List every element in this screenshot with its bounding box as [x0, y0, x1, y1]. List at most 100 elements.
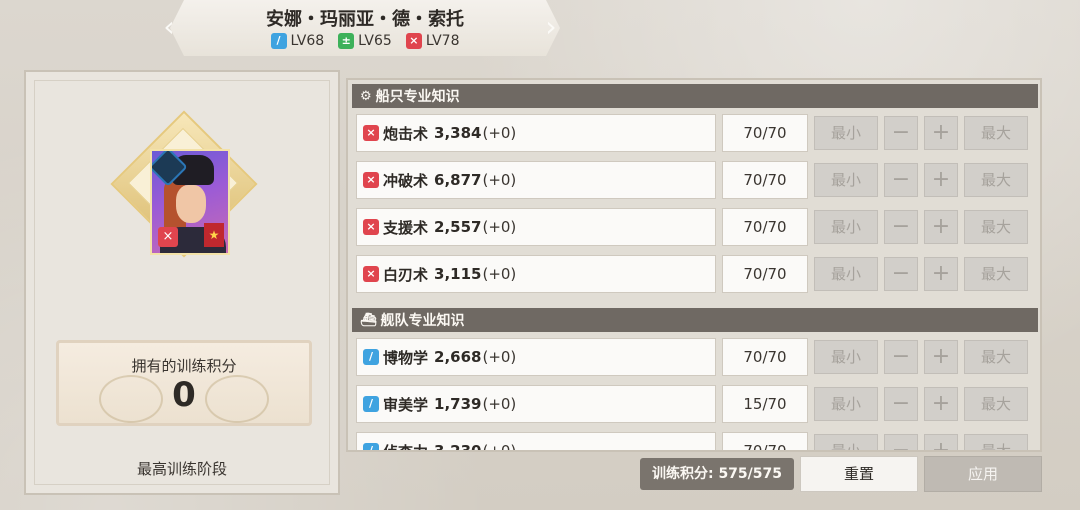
- skill-bonus: (+0): [482, 442, 517, 452]
- skill-value: 2,557: [434, 218, 482, 236]
- section-title: 船只专业知识: [375, 89, 460, 105]
- level-label: LV68: [290, 33, 325, 49]
- skill-name: 支援术: [383, 218, 429, 237]
- skill-name: 博物学: [383, 348, 429, 367]
- skill-name-box: / 审美学 1,739 (+0): [356, 385, 716, 423]
- character-panel: × ★ 拥有的训练积分 0 最高训练阶段: [24, 70, 340, 495]
- minus-button[interactable]: −: [884, 116, 918, 150]
- skill-level: 15/70: [722, 385, 808, 423]
- max-button[interactable]: 最大: [964, 163, 1028, 197]
- skill-name: 冲破术: [383, 171, 429, 190]
- min-button[interactable]: 最小: [814, 210, 878, 244]
- red-cross-icon: ×: [363, 219, 379, 235]
- skill-name-box: × 冲破术 6,877 (+0): [356, 161, 716, 199]
- skill-name-box: × 支援术 2,557 (+0): [356, 208, 716, 246]
- skill-row: × 支援术 2,557 (+0) 70/70 最小 − + 最大: [356, 208, 1040, 248]
- min-button[interactable]: 最小: [814, 163, 878, 197]
- skills-panel[interactable]: ⚙ 船只专业知识 × 炮击术 3,384 (+0) 70/70 最小 − + 最…: [346, 78, 1042, 452]
- red-cross-icon: ×: [363, 266, 379, 282]
- minus-button[interactable]: −: [884, 340, 918, 374]
- max-button[interactable]: 最大: [964, 210, 1028, 244]
- skill-bonus: (+0): [482, 218, 517, 236]
- skill-name: 白刃术: [383, 265, 429, 284]
- skill-bonus: (+0): [482, 395, 517, 413]
- red-cross-icon: ×: [406, 33, 422, 49]
- training-points-display: 训练积分: 575/575: [640, 458, 794, 490]
- portrait-face: [176, 185, 206, 223]
- min-button[interactable]: 最小: [814, 116, 878, 150]
- reset-button[interactable]: 重置: [800, 456, 918, 492]
- skill-bonus: (+0): [482, 171, 517, 189]
- skill-value: 3,115: [434, 265, 482, 283]
- minus-button[interactable]: −: [884, 163, 918, 197]
- plus-button[interactable]: +: [924, 210, 958, 244]
- max-stage-label: 最高训练阶段: [136, 460, 227, 478]
- skill-level: 70/70: [722, 255, 808, 293]
- plus-button[interactable]: +: [924, 257, 958, 291]
- skill-value: 3,230: [434, 442, 482, 452]
- skill-row: × 冲破术 6,877 (+0) 70/70 最小 − + 最大: [356, 161, 1040, 201]
- minus-button[interactable]: −: [884, 387, 918, 421]
- green-scale-icon: ±: [338, 33, 354, 49]
- max-button[interactable]: 最大: [964, 387, 1028, 421]
- character-name: 安娜・玛丽亚・德・索托: [266, 9, 464, 30]
- skill-name-box: / 侦查力 3,230 (+0): [356, 432, 716, 452]
- character-header: 安娜・玛丽亚・德・索托 / LV68 ± LV65 × LV78: [170, 0, 560, 56]
- plus-button[interactable]: +: [924, 163, 958, 197]
- skill-row: × 白刃术 3,115 (+0) 70/70 最小 − + 最大: [356, 255, 1040, 295]
- skill-level: 70/70: [722, 432, 808, 450]
- skill-level: 70/70: [722, 114, 808, 152]
- ship-icon: ⚙: [360, 88, 372, 104]
- owned-points-label: 拥有的训练积分: [131, 357, 237, 375]
- skill-row: × 炮击术 3,384 (+0) 70/70 最小 − + 最大: [356, 114, 1040, 154]
- blue-sword-icon: /: [271, 33, 287, 49]
- skill-level: 70/70: [722, 338, 808, 376]
- max-button[interactable]: 最大: [964, 116, 1028, 150]
- max-button[interactable]: 最大: [964, 257, 1028, 291]
- plus-button[interactable]: +: [924, 434, 958, 450]
- skill-row: / 侦查力 3,230 (+0) 70/70 最小 − + 最大: [356, 432, 1040, 452]
- skill-value: 3,384: [434, 124, 482, 142]
- character-portrait[interactable]: × ★: [150, 149, 230, 255]
- skill-level: 70/70: [722, 208, 808, 246]
- skills-scroll-area[interactable]: ⚙ 船只专业知识 × 炮击术 3,384 (+0) 70/70 最小 − + 最…: [348, 80, 1040, 450]
- skill-level: 70/70: [722, 161, 808, 199]
- red-cross-icon: ×: [158, 227, 178, 247]
- section-header-ship: ⚙ 船只专业知识: [352, 84, 1038, 108]
- skill-value: 1,739: [434, 395, 482, 413]
- minus-button[interactable]: −: [884, 210, 918, 244]
- skill-value: 2,668: [434, 348, 482, 366]
- min-button[interactable]: 最小: [814, 340, 878, 374]
- blue-sword-icon: /: [363, 396, 379, 412]
- plus-button[interactable]: +: [924, 116, 958, 150]
- skill-name: 侦查力: [383, 442, 429, 452]
- level-label: LV65: [358, 33, 392, 49]
- next-arrow-icon[interactable]: ›: [542, 10, 560, 44]
- skill-bonus: (+0): [482, 265, 517, 283]
- skill-row: / 博物学 2,668 (+0) 70/70 最小 − + 最大: [356, 338, 1040, 378]
- min-button[interactable]: 最小: [814, 387, 878, 421]
- plus-button[interactable]: +: [924, 387, 958, 421]
- minus-button[interactable]: −: [884, 434, 918, 450]
- owned-points-box: 拥有的训练积分 0: [56, 340, 312, 426]
- skill-name: 审美学: [383, 395, 429, 414]
- fleet-icon: ⛴: [360, 312, 377, 328]
- level-item: × LV78: [406, 33, 460, 49]
- skill-name-box: × 炮击术 3,384 (+0): [356, 114, 716, 152]
- min-button[interactable]: 最小: [814, 434, 878, 450]
- level-list: / LV68 ± LV65 × LV78: [170, 33, 560, 49]
- apply-button[interactable]: 应用: [924, 456, 1042, 492]
- skill-bonus: (+0): [482, 348, 517, 366]
- minus-button[interactable]: −: [884, 257, 918, 291]
- max-button[interactable]: 最大: [964, 340, 1028, 374]
- skill-bonus: (+0): [482, 124, 517, 142]
- level-item: ± LV65: [338, 33, 392, 49]
- plus-button[interactable]: +: [924, 340, 958, 374]
- max-button[interactable]: 最大: [964, 434, 1028, 450]
- level-item: / LV68: [271, 33, 325, 49]
- skill-value: 6,877: [434, 171, 482, 189]
- section-header-fleet: ⛴ 舰队专业知识: [352, 308, 1038, 332]
- skill-name-box: / 博物学 2,668 (+0): [356, 338, 716, 376]
- skill-name-box: × 白刃术 3,115 (+0): [356, 255, 716, 293]
- min-button[interactable]: 最小: [814, 257, 878, 291]
